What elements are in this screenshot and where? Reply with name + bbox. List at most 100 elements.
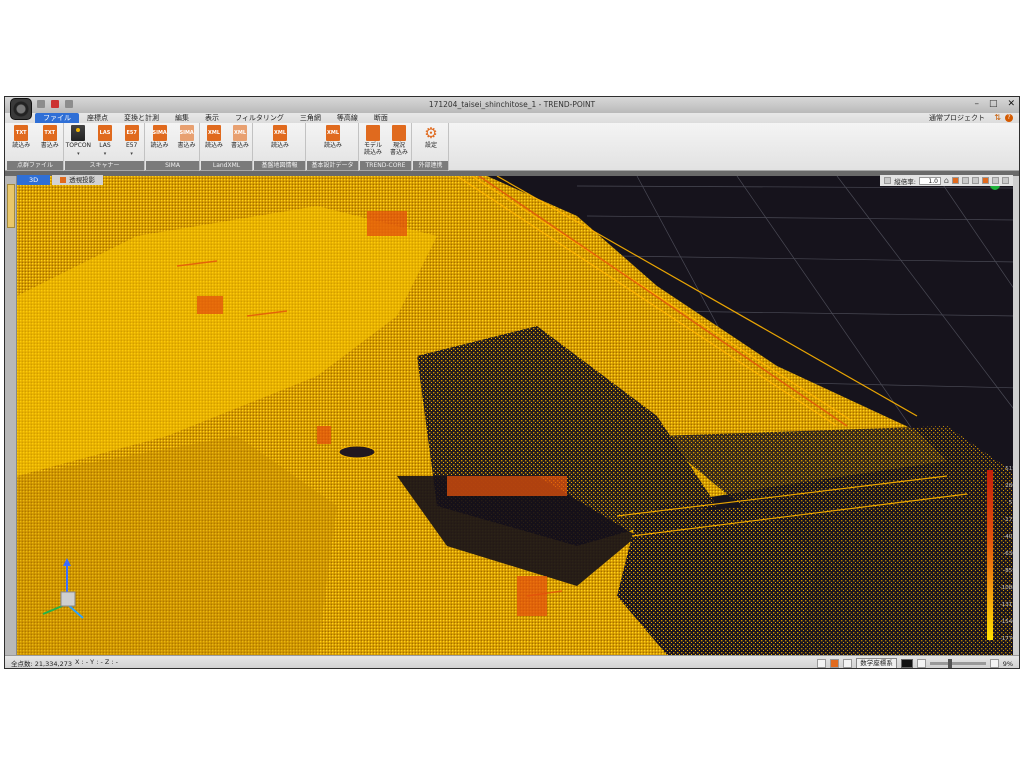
- view-top-icon[interactable]: [962, 177, 969, 184]
- tab-7[interactable]: 等高線: [329, 113, 366, 123]
- model-import-icon: [366, 125, 380, 141]
- ribbon-button-2-1[interactable]: SIMA 書込み: [175, 125, 199, 161]
- view-rotate-icon[interactable]: [1002, 177, 1009, 184]
- zoom-slider[interactable]: [929, 659, 986, 668]
- chevron-down-icon: ▾: [103, 151, 107, 157]
- status-tool-3-icon[interactable]: [843, 659, 853, 668]
- ribbon-group-label: 基盤地図情報: [254, 161, 305, 170]
- tab-3d-view[interactable]: 3D: [17, 175, 51, 185]
- 3d-viewport[interactable]: 515.4286.357.1-172.0-401.2-630.3-859.4-1…: [17, 176, 1019, 655]
- xml-import-icon: XML: [207, 125, 221, 141]
- view-iso-icon[interactable]: [982, 177, 989, 184]
- tab-1[interactable]: 座標点: [79, 113, 116, 123]
- app-window: 171204_taisei_shinchitose_1 - TREND-POIN…: [4, 96, 1020, 669]
- ribbon-button-label: 現況 書込み: [389, 142, 408, 156]
- ribbon-tab-icons: ⇅ ?: [994, 114, 1013, 122]
- cube-icon: [60, 177, 67, 183]
- tab-4[interactable]: 表示: [197, 113, 227, 123]
- ribbon-button-6-1[interactable]: 現況 書込み: [387, 125, 411, 161]
- ribbon-tabs: ファイル 座標点 変換と計測 編集 表示 フィルタリング 三角網 等高線 断面: [35, 113, 396, 123]
- tab-perspective[interactable]: 透視投影: [52, 175, 104, 185]
- file-import-icon: TXT: [14, 125, 29, 141]
- home-view-icon[interactable]: ⌂: [944, 176, 949, 185]
- coordinate-system-button[interactable]: 数学座標系: [856, 658, 897, 668]
- status-tool-1-icon[interactable]: [817, 659, 827, 668]
- sort-icon[interactable]: ⇅: [994, 114, 1001, 122]
- ribbon-button-label: 書込み: [40, 142, 59, 149]
- topcon-scanner-icon: [71, 125, 86, 141]
- e57-file-icon: E57: [124, 125, 139, 141]
- help-icon[interactable]: ?: [1005, 114, 1013, 122]
- window-title: 171204_taisei_shinchitose_1 - TREND-POIN…: [428, 100, 596, 109]
- ribbon-button-1-2[interactable]: E57 E57 ▾: [120, 125, 144, 161]
- ribbon-group-0: TXT 読込み TXT 書込み 点群ファイル: [7, 123, 64, 171]
- ribbon-button-6-0[interactable]: モデル 読込み: [361, 125, 385, 161]
- ribbon-group-label: 外部連携: [413, 161, 448, 170]
- ribbon-button-label: 読込み: [12, 142, 31, 149]
- minimize-button[interactable]: –: [974, 99, 979, 110]
- zoom-out-icon[interactable]: [916, 659, 926, 668]
- panel-handle[interactable]: [7, 184, 15, 228]
- ribbon-group-label: 基本設計データ: [307, 161, 358, 170]
- tab-2[interactable]: 変換と計測: [116, 113, 167, 123]
- project-mode-label[interactable]: 通常プロジェクト: [929, 113, 985, 123]
- tab-6[interactable]: 三角網: [292, 113, 329, 123]
- ribbon-button-label: 読込み: [270, 142, 289, 149]
- tab-0[interactable]: ファイル: [35, 113, 79, 123]
- chevron-down-icon: ▾: [130, 151, 133, 157]
- ribbon-button-5-0[interactable]: XML 読込み: [321, 125, 345, 161]
- ribbon-button-0-0[interactable]: TXT 読込み: [9, 125, 33, 161]
- window-controls: – □ ✕: [974, 99, 1015, 110]
- app-menu-icon[interactable]: [10, 98, 32, 120]
- tab-5[interactable]: フィルタリング: [227, 113, 292, 123]
- view-front-icon[interactable]: [952, 177, 959, 184]
- ribbon-button-3-1[interactable]: XML 書込み: [228, 125, 252, 161]
- cursor-coordinates: X : - Y : - Z : -: [75, 658, 119, 666]
- ribbon-group-label: SIMA: [146, 161, 199, 170]
- exaggeration-input[interactable]: 1.0: [918, 176, 941, 185]
- status-bar: 全点数: 21,334,273 X : - Y : - Z : - 数学座標系 …: [5, 655, 1019, 668]
- xml-import-icon: XML: [326, 125, 340, 141]
- xml-export-icon: XML: [233, 125, 247, 141]
- ribbon-group-1: TOPCON ▾ LAS LAS ▾ E57 E57 ▾ スキャナー: [65, 123, 145, 171]
- current-export-icon: [392, 125, 406, 141]
- ribbon-tab-row: ファイル 座標点 変換と計測 編集 表示 フィルタリング 三角網 等高線 断面 通常プロジェクト…: [5, 113, 1019, 123]
- tab-8[interactable]: 断面: [366, 113, 396, 123]
- ribbon-button-4-0[interactable]: XML 読込み: [268, 125, 292, 161]
- view-tabs: 3D 透視投影: [17, 175, 104, 185]
- ribbon-group-label: TREND-CORE: [360, 161, 411, 170]
- ribbon-button-1-1[interactable]: LAS LAS ▾: [93, 125, 117, 161]
- ribbon-group-label: 点群ファイル: [7, 161, 63, 170]
- ribbon: TXT 読込み TXT 書込み 点群ファイル TOPCON ▾ LAS LAS ▾ E57 E57 ▾ ス…: [5, 123, 1019, 171]
- tab-perspective-label: 透視投影: [69, 176, 96, 184]
- ribbon-button-2-0[interactable]: SIMA 読込み: [148, 125, 172, 161]
- right-panel-strip[interactable]: [1013, 176, 1019, 655]
- ribbon-button-label: 書込み: [230, 142, 249, 149]
- ribbon-group-label: LandXML: [201, 161, 252, 170]
- view-side-icon[interactable]: [972, 177, 979, 184]
- ribbon-button-0-1[interactable]: TXT 書込み: [38, 125, 62, 161]
- exaggeration-label: 縦倍率:: [894, 177, 916, 186]
- maximize-button[interactable]: □: [989, 99, 998, 110]
- ribbon-button-label: 読込み: [323, 142, 342, 149]
- ribbon-button-7-0[interactable]: ⚙ 設定: [419, 125, 443, 161]
- zoom-in-icon[interactable]: [989, 659, 999, 668]
- close-button[interactable]: ✕: [1007, 99, 1015, 110]
- ribbon-group-5: XML 読込み 基本設計データ: [307, 123, 359, 171]
- file-export-icon: TXT: [42, 125, 57, 141]
- background-color-swatch[interactable]: [900, 659, 913, 668]
- left-panel-strip[interactable]: [5, 176, 17, 655]
- tab-3[interactable]: 編集: [167, 113, 197, 123]
- sima-export-icon: SIMA: [179, 125, 194, 141]
- elevation-color-scale: [987, 470, 993, 640]
- view-pan-icon[interactable]: [992, 177, 999, 184]
- axis-gizmo[interactable]: [39, 556, 99, 626]
- ribbon-button-1-0[interactable]: TOPCON ▾: [66, 125, 91, 161]
- status-tools: 数学座標系 9%: [817, 658, 1013, 668]
- ribbon-group-4: XML 読込み 基盤地図情報: [254, 123, 306, 171]
- ribbon-button-3-0[interactable]: XML 読込み: [202, 125, 226, 161]
- xml-import-icon: XML: [273, 125, 287, 141]
- status-tool-2-icon[interactable]: [830, 659, 840, 668]
- las-file-icon: LAS: [98, 125, 112, 141]
- gear-icon: ⚙: [424, 124, 438, 142]
